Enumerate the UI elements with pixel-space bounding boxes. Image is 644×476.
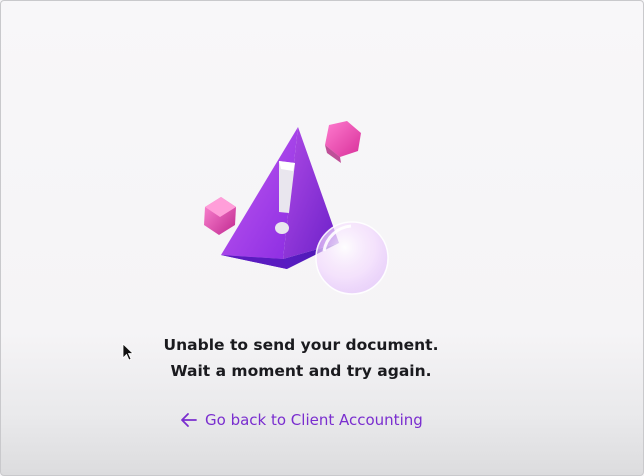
back-link-label: Go back to Client Accounting <box>205 411 423 429</box>
mouse-pointer-icon <box>122 343 134 361</box>
warning-triangle-icon <box>204 121 389 295</box>
back-to-client-accounting-link[interactable]: Go back to Client Accounting <box>179 408 423 432</box>
arrow-left-icon <box>179 410 199 430</box>
error-line-1: Unable to send your document. <box>163 336 439 354</box>
error-line-2: Wait a moment and try again. <box>170 362 432 380</box>
page-frame: Unable to send your document. Wait a mom… <box>0 0 644 476</box>
